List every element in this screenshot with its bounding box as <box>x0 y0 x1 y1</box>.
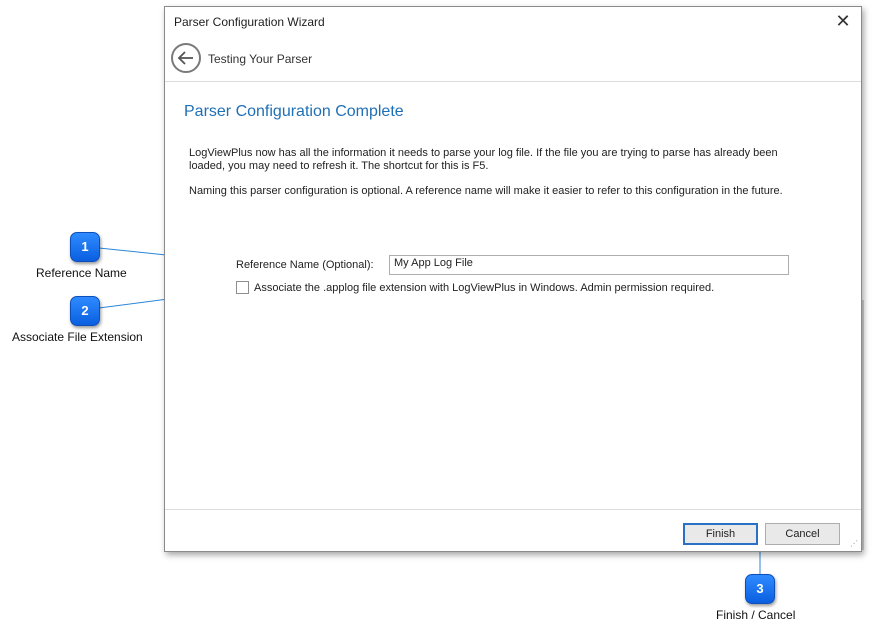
associate-extension-checkbox[interactable] <box>236 281 249 294</box>
step-title: Testing Your Parser <box>208 52 313 66</box>
title-bar: Parser Configuration Wizard ✕ <box>165 7 861 37</box>
resize-grip-icon[interactable]: ⋰ <box>850 539 858 548</box>
finish-button[interactable]: Finish <box>683 523 758 545</box>
close-icon[interactable]: ✕ <box>831 11 855 33</box>
parser-configuration-dialog: Parser Configuration Wizard ✕ Testing Yo… <box>164 6 862 552</box>
back-arrow-icon[interactable] <box>171 43 201 73</box>
step-header: Testing Your Parser <box>165 41 861 82</box>
callout-badge-2: 2 <box>70 296 100 326</box>
dialog-footer: Finish Cancel ⋰ <box>165 509 861 551</box>
dialog-title: Parser Configuration Wizard <box>174 15 325 29</box>
callout-label-3: Finish / Cancel <box>716 608 796 622</box>
reference-name-input[interactable]: My App Log File <box>389 255 789 275</box>
callout-label-1: Reference Name <box>36 266 127 280</box>
reference-name-label: Reference Name (Optional): <box>236 259 374 271</box>
callout-badge-3: 3 <box>745 574 775 604</box>
associate-extension-label: Associate the .applog file extension wit… <box>254 282 715 294</box>
optional-name-paragraph: Naming this parser configuration is opti… <box>189 185 783 197</box>
callout-label-2: Associate File Extension <box>12 330 143 344</box>
info-paragraph-line1: LogViewPlus now has all the information … <box>189 147 778 159</box>
callout-badge-1: 1 <box>70 232 100 262</box>
cancel-button[interactable]: Cancel <box>765 523 840 545</box>
info-paragraph-line2: loaded, you may need to refresh it. The … <box>189 160 489 172</box>
page-heading: Parser Configuration Complete <box>184 103 404 120</box>
